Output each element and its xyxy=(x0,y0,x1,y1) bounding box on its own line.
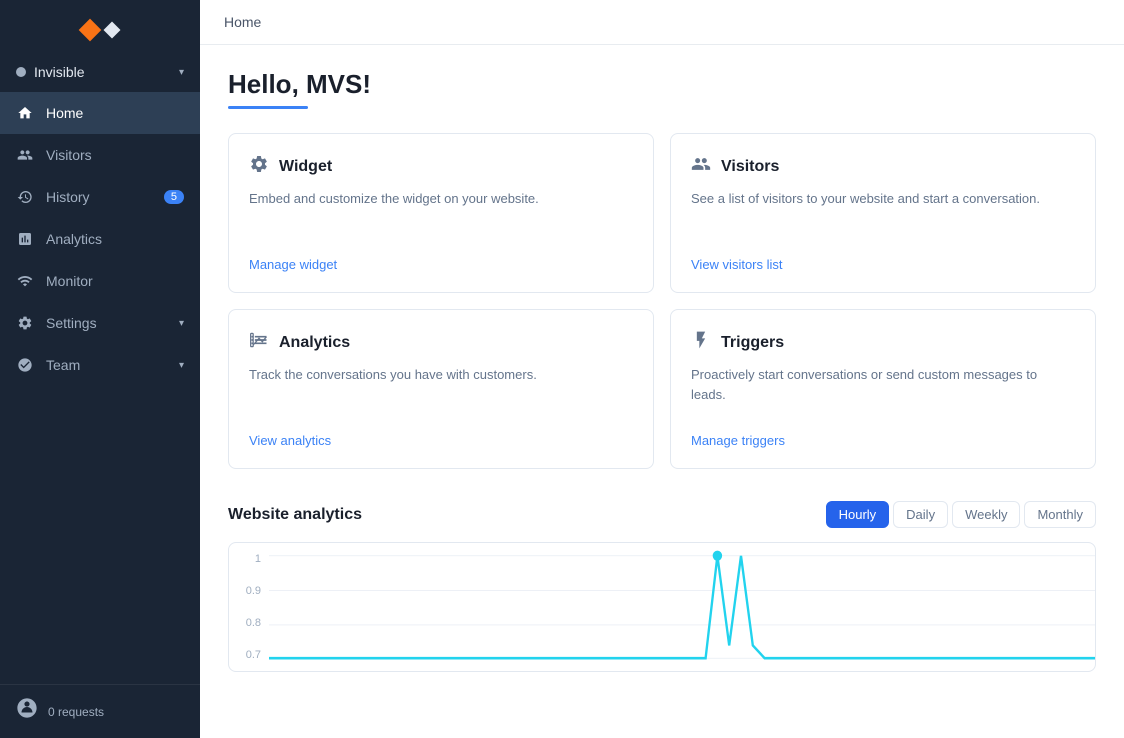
greeting-title: Hello, MVS! xyxy=(228,69,1096,100)
triggers-card-link[interactable]: Manage triggers xyxy=(691,433,1075,448)
sidebar-item-home[interactable]: Home xyxy=(0,92,200,134)
sidebar-bottom: 0 requests xyxy=(0,684,200,738)
sidebar-item-label-visitors: Visitors xyxy=(46,147,184,163)
logo-left xyxy=(79,19,102,42)
widget-card-icon xyxy=(249,154,269,179)
cards-grid: Widget Embed and customize the widget on… xyxy=(228,133,1096,469)
triggers-card-header: Triggers xyxy=(691,330,1075,355)
chart-y-axis: 1 0.9 0.8 0.7 xyxy=(229,553,265,661)
home-icon xyxy=(16,104,34,122)
analytics-card-desc: Track the conversations you have with cu… xyxy=(249,365,633,417)
sidebar-item-history[interactable]: History 5 xyxy=(0,176,200,218)
triggers-card-desc: Proactively start conversations or send … xyxy=(691,365,1075,417)
sidebar-item-label-history: History xyxy=(46,189,152,205)
logo-icon xyxy=(82,18,118,42)
settings-chevron-icon: ▾ xyxy=(179,318,184,329)
widget-card-header: Widget xyxy=(249,154,633,179)
chart-ylabel-3: 0.8 xyxy=(233,617,261,629)
chart-svg-container xyxy=(269,543,1095,671)
time-filter-monthly[interactable]: Monthly xyxy=(1024,501,1096,528)
analytics-icon xyxy=(16,230,34,248)
sidebar-item-label-settings: Settings xyxy=(46,315,167,331)
workspace-name: Invisible xyxy=(34,64,85,80)
visitors-icon xyxy=(16,146,34,164)
topbar: Home xyxy=(200,0,1124,45)
time-filter-daily[interactable]: Daily xyxy=(893,501,948,528)
visitors-card-title: Visitors xyxy=(721,158,779,176)
sidebar-item-label-home: Home xyxy=(46,105,184,121)
sidebar-item-team[interactable]: Team ▾ xyxy=(0,344,200,386)
analytics-card-title: Analytics xyxy=(279,334,350,352)
triggers-card-title: Triggers xyxy=(721,334,784,352)
sidebar-item-label-analytics: Analytics xyxy=(46,231,184,247)
sidebar-item-monitor[interactable]: Monitor xyxy=(0,260,200,302)
chart-ylabel-1: 1 xyxy=(233,553,261,565)
requests-label: 0 requests xyxy=(48,705,104,719)
triggers-card-icon xyxy=(691,330,711,355)
time-filter-weekly[interactable]: Weekly xyxy=(952,501,1020,528)
zendesk-icon xyxy=(16,697,38,726)
widget-card-title: Widget xyxy=(279,158,332,176)
main-content: Home Hello, MVS! Widget Embed and custom… xyxy=(200,0,1124,738)
widget-card: Widget Embed and customize the widget on… xyxy=(228,133,654,293)
nav-section: Home Visitors History 5 Analytics xyxy=(0,92,200,684)
widget-card-desc: Embed and customize the widget on your w… xyxy=(249,189,633,241)
analytics-header: Website analytics Hourly Daily Weekly Mo… xyxy=(228,501,1096,528)
logo-right xyxy=(104,22,121,39)
workspace-chevron-icon: ▾ xyxy=(179,67,184,78)
monitor-icon xyxy=(16,272,34,290)
triggers-card: Triggers Proactively start conversations… xyxy=(670,309,1096,469)
sidebar-item-settings[interactable]: Settings ▾ xyxy=(0,302,200,344)
page-title: Home xyxy=(224,14,261,30)
analytics-card-link[interactable]: View analytics xyxy=(249,433,633,448)
analytics-section-title: Website analytics xyxy=(228,506,362,524)
chart-ylabel-2: 0.9 xyxy=(233,585,261,597)
chart-area: 1 0.9 0.8 0.7 xyxy=(228,542,1096,672)
widget-card-link[interactable]: Manage widget xyxy=(249,257,633,272)
visitors-card-link[interactable]: View visitors list xyxy=(691,257,1075,272)
sidebar-item-visitors[interactable]: Visitors xyxy=(0,134,200,176)
chart-ylabel-4: 0.7 xyxy=(233,649,261,661)
greeting-underline xyxy=(228,106,308,109)
content-area: Hello, MVS! Widget Embed and customize t… xyxy=(200,45,1124,738)
sidebar-item-analytics[interactable]: Analytics xyxy=(0,218,200,260)
visitors-card-header: Visitors xyxy=(691,154,1075,179)
workspace-selector[interactable]: Invisible ▾ xyxy=(0,56,200,92)
sidebar: Invisible ▾ Home Visitors History 5 xyxy=(0,0,200,738)
analytics-card: Analytics Track the conversations you ha… xyxy=(228,309,654,469)
website-analytics-section: Website analytics Hourly Daily Weekly Mo… xyxy=(228,501,1096,672)
logo xyxy=(0,0,200,56)
history-icon xyxy=(16,188,34,206)
analytics-card-header: Analytics xyxy=(249,330,633,355)
sidebar-item-label-monitor: Monitor xyxy=(46,273,184,289)
visitors-card: Visitors See a list of visitors to your … xyxy=(670,133,1096,293)
time-filters: Hourly Daily Weekly Monthly xyxy=(826,501,1096,528)
time-filter-hourly[interactable]: Hourly xyxy=(826,501,890,528)
sidebar-item-label-team: Team xyxy=(46,357,167,373)
analytics-card-icon xyxy=(249,330,269,355)
visitors-card-icon xyxy=(691,154,711,179)
analytics-chart xyxy=(269,543,1095,671)
history-badge: 5 xyxy=(164,190,184,204)
visitors-card-desc: See a list of visitors to your website a… xyxy=(691,189,1075,241)
settings-icon xyxy=(16,314,34,332)
workspace-dot xyxy=(16,67,26,77)
team-chevron-icon: ▾ xyxy=(179,360,184,371)
team-icon xyxy=(16,356,34,374)
